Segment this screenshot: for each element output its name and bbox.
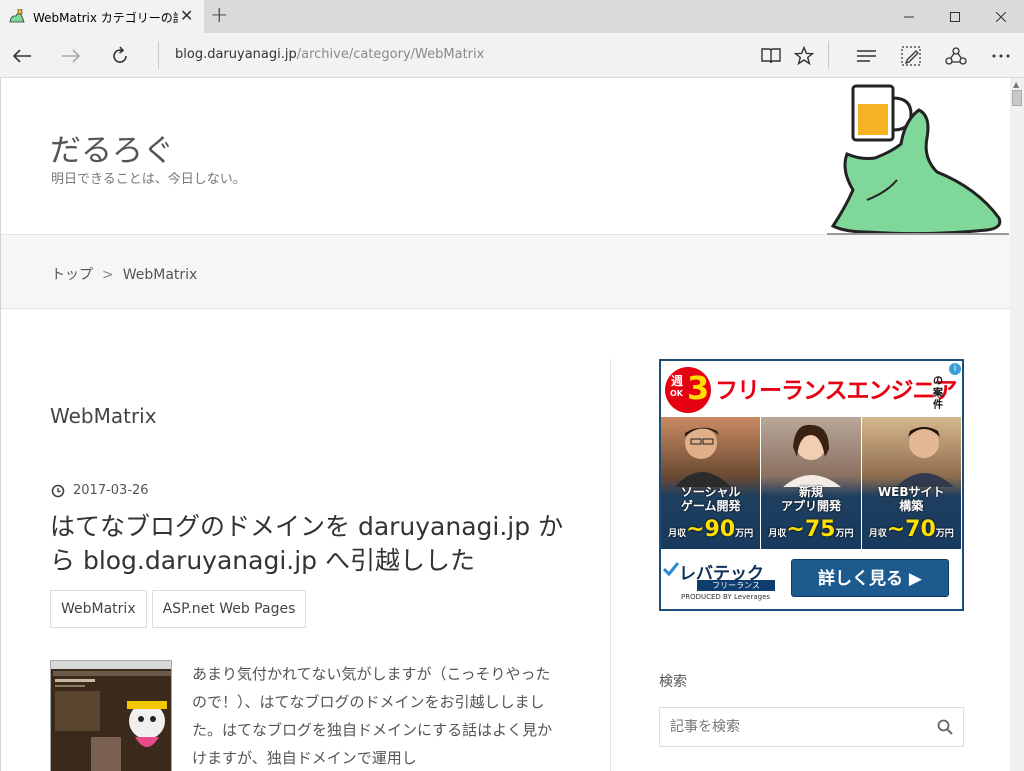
ad-panel-2: 新規 アプリ開発 月収~75万円 — [761, 417, 862, 549]
navigation-bar: blog.daruyanagi.jp/archive/category/WebM… — [0, 33, 1024, 78]
more-icon — [992, 54, 1010, 58]
share-button[interactable] — [942, 42, 970, 70]
scrollbar-thumb[interactable] — [1012, 90, 1022, 106]
entry-title-link[interactable]: はてなブログのドメインを daruyanagi.jp から blog.daruy… — [50, 510, 570, 578]
ad-brand-by: PRODUCED BY Leverages — [681, 593, 771, 601]
star-icon — [794, 46, 814, 66]
ad-person-image — [895, 427, 954, 487]
address-host: blog.daruyanagi.jp — [175, 47, 297, 62]
reading-view-button[interactable] — [757, 42, 785, 70]
address-bar[interactable]: blog.daruyanagi.jp/archive/category/WebM… — [175, 47, 484, 62]
thumbnail-image — [51, 661, 171, 771]
ad-panel-1: ソーシャル ゲーム開発 月収~90万円 — [661, 417, 762, 549]
ad-panel-1-salary: 月収~90万円 — [668, 517, 754, 542]
clock-icon — [51, 484, 65, 497]
hub-icon — [857, 50, 876, 62]
search-widget-title: 検索 — [659, 674, 687, 690]
category-aspnet-web-pages[interactable]: ASP.net Web Pages — [151, 590, 307, 628]
ad-footer: レバテック フリーランス PRODUCED BY Leverages 詳しく見る… — [661, 549, 962, 609]
scroll-up-icon[interactable]: ▲ — [1013, 80, 1019, 89]
ad-week-char: 週 — [671, 374, 684, 388]
breadcrumb: トップ > WebMatrix — [51, 264, 197, 284]
back-arrow-icon — [12, 49, 31, 63]
ad-panels: ソーシャル ゲーム開発 月収~90万円 新規 アプリ開発 月収~75万円 WEBサイ… — [661, 417, 962, 549]
ad-header: 週 OK 3 フリーランスエンジニア の案件 i — [661, 361, 962, 417]
back-button[interactable] — [8, 42, 36, 70]
title-bar: WebMatrix カテゴリーの記 ✕ + — [0, 0, 1024, 33]
page-scrollbar[interactable]: ▲ — [1010, 78, 1024, 771]
ad-panel-3: WEBサイト 構築 月収~70万円 — [861, 417, 962, 549]
entry-date: 2017-03-26 — [51, 483, 149, 498]
web-note-icon — [901, 46, 921, 66]
breadcrumb-separator: > — [102, 267, 114, 283]
address-path: /archive/category/WebMatrix — [296, 47, 485, 62]
ad-panel-2-label: 新規 アプリ開発 — [780, 485, 841, 513]
web-page: だるろぐ 明日できることは、今日しない。 トップ > WebMatrix WebMa… — [0, 78, 1010, 771]
entry-date-text[interactable]: 2017-03-26 — [73, 483, 149, 498]
ad-week-ok: OK — [670, 389, 683, 398]
favorite-button[interactable] — [790, 42, 818, 70]
checkmark-icon — [663, 562, 679, 576]
mascot-image — [827, 84, 1009, 236]
address-separator — [158, 41, 159, 69]
favicon-icon — [9, 9, 25, 23]
ad-week-badge: 週 OK 3 — [665, 367, 711, 413]
search-input[interactable] — [670, 717, 930, 737]
ad-cta-button[interactable]: 詳しく見る ▶ — [791, 559, 949, 597]
entry-categories: WebMatrix ASP.net Web Pages — [50, 590, 307, 628]
minimize-icon — [904, 16, 914, 17]
ad-panel-3-label: WEBサイト 構築 — [877, 485, 945, 513]
refresh-icon — [113, 46, 127, 63]
ad-info-icon[interactable]: i — [949, 363, 961, 375]
search-icon[interactable] — [937, 719, 953, 735]
web-note-button[interactable] — [897, 42, 925, 70]
advertisement-banner[interactable]: 週 OK 3 フリーランスエンジニア の案件 i ソーシャル ゲーム開発 月収~9… — [659, 359, 964, 611]
toolbar-separator — [828, 41, 829, 69]
close-window-button[interactable] — [978, 0, 1024, 33]
category-webmatrix[interactable]: WebMatrix — [50, 590, 147, 628]
site-description: 明日できることは、今日しない。 — [51, 172, 246, 187]
share-icon — [945, 47, 967, 65]
refresh-button[interactable] — [106, 42, 134, 70]
ad-brand-sub: フリーランス — [697, 580, 775, 591]
ad-headline: フリーランスエンジニア — [715, 378, 958, 404]
archive-title: WebMatrix — [50, 404, 157, 428]
close-icon — [996, 11, 1006, 22]
entry-excerpt: あまり気付かれてない気がしますが（こっそりやったので！）、はてなブログのドメイン… — [192, 665, 553, 767]
hub-button[interactable] — [853, 42, 881, 70]
ad-panel-2-salary: 月収~75万円 — [768, 517, 854, 542]
breadcrumb-home-link[interactable]: トップ — [51, 267, 93, 283]
maximize-icon — [950, 11, 960, 22]
close-tab-icon[interactable]: ✕ — [180, 6, 193, 25]
new-tab-button[interactable]: + — [210, 3, 228, 28]
more-button[interactable] — [987, 42, 1015, 70]
active-tab[interactable]: WebMatrix カテゴリーの記 ✕ — [0, 0, 204, 33]
ad-panel-3-salary: 月収~70万円 — [868, 517, 954, 542]
site-title[interactable]: だるろぐ — [50, 125, 174, 170]
ad-week-number: 3 — [687, 369, 710, 407]
ad-panel-1-label: ソーシャル ゲーム開発 — [680, 485, 741, 513]
forward-button[interactable] — [57, 42, 85, 70]
ad-person-image — [783, 424, 842, 487]
breadcrumb-bar: トップ > WebMatrix — [1, 235, 1010, 309]
site-header: だるろぐ 明日できることは、今日しない。 — [1, 78, 1010, 236]
tab-title: WebMatrix カテゴリーの記 — [33, 11, 178, 25]
forward-arrow-icon — [62, 49, 81, 63]
breadcrumb-current: WebMatrix — [122, 267, 198, 283]
minimize-button[interactable] — [886, 0, 932, 33]
book-icon — [761, 48, 781, 64]
ad-case-text: の案件 — [933, 376, 943, 411]
column-divider — [610, 359, 611, 771]
entry-thumbnail[interactable] — [50, 660, 172, 771]
search-box — [659, 707, 964, 747]
ad-person-image — [675, 427, 731, 487]
maximize-button[interactable] — [932, 0, 978, 33]
